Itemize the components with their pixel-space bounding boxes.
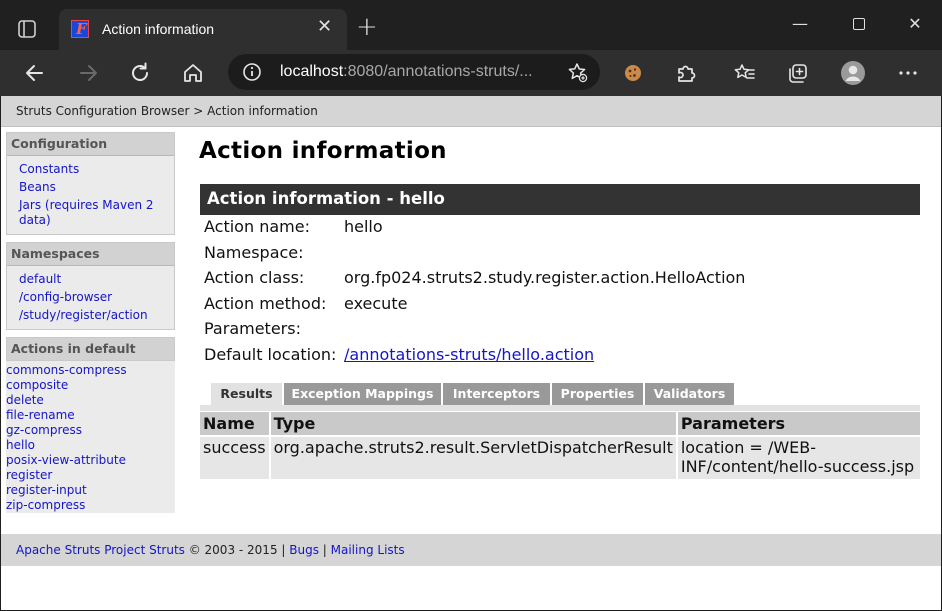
address-bar[interactable]: localhost:8080/annotations-struts/... — [228, 54, 600, 90]
tab-title: Action information — [102, 21, 215, 37]
info-row-default-location: Default location: /annotations-struts/hel… — [204, 345, 745, 371]
close-tab-icon[interactable]: ✕ — [317, 18, 332, 36]
footer-link-bugs[interactable]: Bugs — [289, 543, 319, 557]
nav-link-constants[interactable]: Constants — [19, 160, 168, 178]
tab-interceptors[interactable]: Interceptors — [443, 383, 551, 405]
add-favorite-icon[interactable] — [566, 61, 588, 83]
namespaces-box: Namespaces default /config-browser /stud… — [6, 242, 175, 330]
nav-link-namespace[interactable]: /config-browser — [19, 288, 168, 306]
footer-copyright: © 2003 - 2015 | — [184, 543, 290, 557]
result-name-cell: success — [200, 437, 271, 479]
nav-link-action[interactable]: delete — [6, 393, 175, 408]
info-label: Namespace: — [204, 242, 304, 262]
breadcrumb: Struts Configuration Browser > Action in… — [16, 104, 318, 118]
back-arrow-icon[interactable] — [22, 60, 48, 86]
footer-text: Apache Struts Project Struts © 2003 - 20… — [16, 543, 405, 557]
more-options-icon[interactable] — [895, 60, 921, 86]
forward-arrow-icon[interactable] — [75, 60, 101, 86]
browser-toolbar: localhost:8080/annotations-struts/... — [0, 50, 942, 96]
info-value: execute — [344, 293, 408, 313]
left-navigation: Configuration Constants Beans Jars (requ… — [6, 132, 175, 513]
nav-link-jars[interactable]: Jars (requires Maven 2 data) — [19, 196, 168, 229]
info-row-action-class: Action class: org.fp024.struts2.study.reg… — [204, 268, 745, 294]
refresh-icon[interactable] — [127, 60, 153, 86]
result-type-cell: org.apache.struts2.result.ServletDispatc… — [270, 437, 678, 479]
collections-icon[interactable] — [785, 60, 811, 86]
info-label: Action class: — [204, 268, 305, 288]
info-row-parameters: Parameters: — [204, 319, 745, 345]
info-value: org.fp024.struts2.study.register.action.… — [344, 268, 746, 288]
maximize-icon[interactable] — [844, 14, 874, 35]
page-footer: Apache Struts Project Struts © 2003 - 20… — [1, 534, 941, 566]
nav-link-action[interactable]: register-input — [6, 483, 175, 498]
nav-link-namespace[interactable]: default — [19, 270, 168, 288]
extensions-puzzle-icon[interactable] — [673, 60, 699, 86]
table-row: success org.apache.struts2.result.Servle… — [200, 437, 920, 479]
web-page: Struts Configuration Browser > Action in… — [1, 96, 941, 610]
browser-tab[interactable]: Action information ✕ — [59, 9, 347, 50]
tab-properties[interactable]: Properties — [552, 383, 644, 405]
info-header-bar: Action information - hello — [200, 184, 920, 215]
main-content: Action information Action information - … — [199, 138, 921, 479]
info-value: hello — [344, 217, 383, 236]
nav-link-beans[interactable]: Beans — [19, 178, 168, 196]
nav-link-action[interactable]: hello — [6, 438, 175, 453]
info-row-action-method: Action method: execute — [204, 294, 745, 320]
nav-link-action[interactable]: gz-compress — [6, 423, 175, 438]
tab-actions-icon[interactable] — [16, 18, 38, 40]
result-params-cell: location = /WEB- INF/content/hello-succes… — [677, 437, 920, 479]
default-location-link[interactable]: /annotations-struts/hello.action — [344, 345, 594, 364]
site-info-icon[interactable] — [242, 62, 262, 82]
struts-favicon-icon — [71, 20, 89, 38]
configuration-box: Configuration Constants Beans Jars (requ… — [6, 132, 175, 235]
nav-link-action[interactable]: register — [6, 468, 175, 483]
results-header-row: Name Type Parameters — [200, 412, 920, 437]
column-header-parameters: Parameters — [677, 412, 920, 437]
actions-box: Actions in default commons-compress comp… — [6, 337, 175, 513]
footer-link-struts[interactable]: Apache Struts Project Struts — [16, 543, 185, 557]
info-label: Action name: — [204, 217, 310, 236]
namespaces-heading: Namespaces — [7, 243, 174, 266]
info-row-namespace: Namespace: — [204, 243, 745, 269]
new-tab-icon[interactable]: + — [356, 14, 378, 40]
nav-link-action[interactable]: file-rename — [6, 408, 175, 423]
info-label: Action method: — [204, 293, 327, 313]
nav-link-action[interactable]: zip-compress — [6, 498, 175, 513]
footer-separator: | — [318, 543, 331, 557]
url-text[interactable]: localhost:8080/annotations-struts/... — [280, 63, 533, 81]
profile-avatar-icon[interactable] — [840, 60, 866, 86]
tabs-divider — [200, 405, 920, 411]
info-label: Parameters: — [204, 319, 301, 339]
result-params-line: location = /WEB- — [680, 438, 816, 457]
info-row-action-name: Action name: hello — [204, 217, 745, 243]
result-params-line: INF/content/hello-success.jsp — [680, 457, 915, 476]
tab-exception-mappings[interactable]: Exception Mappings — [284, 383, 442, 405]
minimize-icon[interactable]: — — [785, 14, 815, 34]
nav-link-action[interactable]: composite — [6, 378, 175, 393]
nav-link-action[interactable]: commons-compress — [6, 363, 175, 378]
breadcrumb-bar: Struts Configuration Browser > Action in… — [1, 96, 941, 127]
window-close-icon[interactable]: ✕ — [900, 14, 930, 34]
actions-heading: Actions in default — [6, 337, 175, 361]
info-header-text: Action information - hello — [207, 189, 445, 208]
footer-link-mailing-lists[interactable]: Mailing Lists — [331, 543, 405, 557]
cookie-extension-icon[interactable] — [620, 60, 646, 86]
column-header-name: Name — [200, 412, 271, 437]
favorites-icon[interactable] — [732, 60, 758, 86]
page-title: Action information — [199, 138, 447, 164]
column-header-type: Type — [270, 412, 678, 437]
browser-titlebar: Action information ✕ + — ✕ — [0, 0, 942, 50]
results-table: Name Type Parameters success org.apache.… — [200, 412, 920, 479]
info-label: Default location: — [204, 344, 337, 364]
nav-link-action[interactable]: posix-view-attribute — [6, 453, 175, 468]
home-icon[interactable] — [180, 60, 206, 86]
configuration-heading: Configuration — [7, 133, 174, 156]
tab-results[interactable]: Results — [211, 383, 283, 405]
nav-link-namespace[interactable]: /study/register/action — [19, 306, 168, 324]
tab-validators[interactable]: Validators — [645, 383, 735, 405]
action-info-table: Action name: hello Namespace: Action clas… — [204, 217, 745, 371]
